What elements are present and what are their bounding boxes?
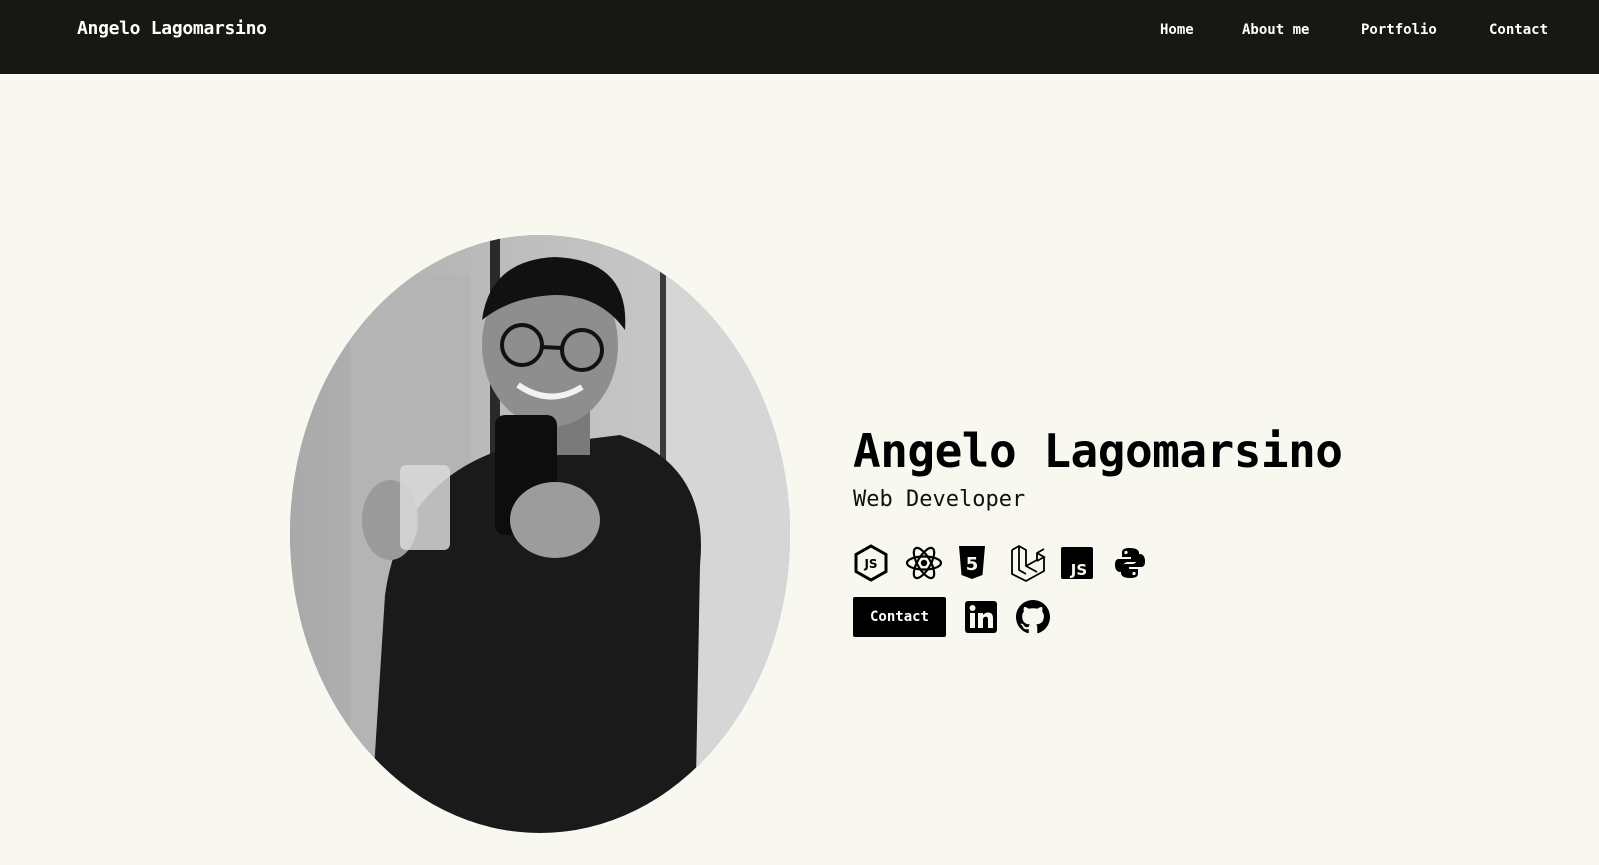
navbar: Angelo Lagomarsino Home About me Portfol…	[0, 0, 1599, 74]
action-row: Contact	[853, 597, 1050, 637]
nav-contact[interactable]: Contact	[1489, 22, 1548, 38]
hero-text: Angelo Lagomarsino Web Developer	[853, 424, 1343, 512]
profile-photo	[290, 235, 790, 833]
python-icon	[1113, 542, 1165, 584]
svg-text:5: 5	[966, 554, 979, 575]
hero-role: Web Developer	[853, 487, 1026, 513]
react-icon	[905, 542, 957, 584]
brand-link[interactable]: Angelo Lagomarsino	[77, 18, 267, 39]
svg-text:JS: JS	[863, 557, 877, 571]
contact-button[interactable]: Contact	[853, 597, 946, 637]
nav-home[interactable]: Home	[1160, 22, 1194, 38]
nav-portfolio[interactable]: Portfolio	[1361, 22, 1437, 38]
nodejs-icon: JS	[853, 542, 905, 584]
javascript-icon: JS	[1061, 542, 1113, 584]
laravel-icon	[1009, 542, 1061, 584]
linkedin-icon[interactable]	[964, 599, 998, 635]
nav-about[interactable]: About me	[1242, 22, 1309, 38]
hero-name: Angelo Lagomarsino	[853, 424, 1343, 478]
svg-text:JS: JS	[1070, 561, 1087, 579]
github-icon[interactable]	[1016, 599, 1050, 635]
tech-icons: JS 5 JS	[853, 542, 1165, 584]
html5-icon: 5	[957, 542, 1009, 584]
